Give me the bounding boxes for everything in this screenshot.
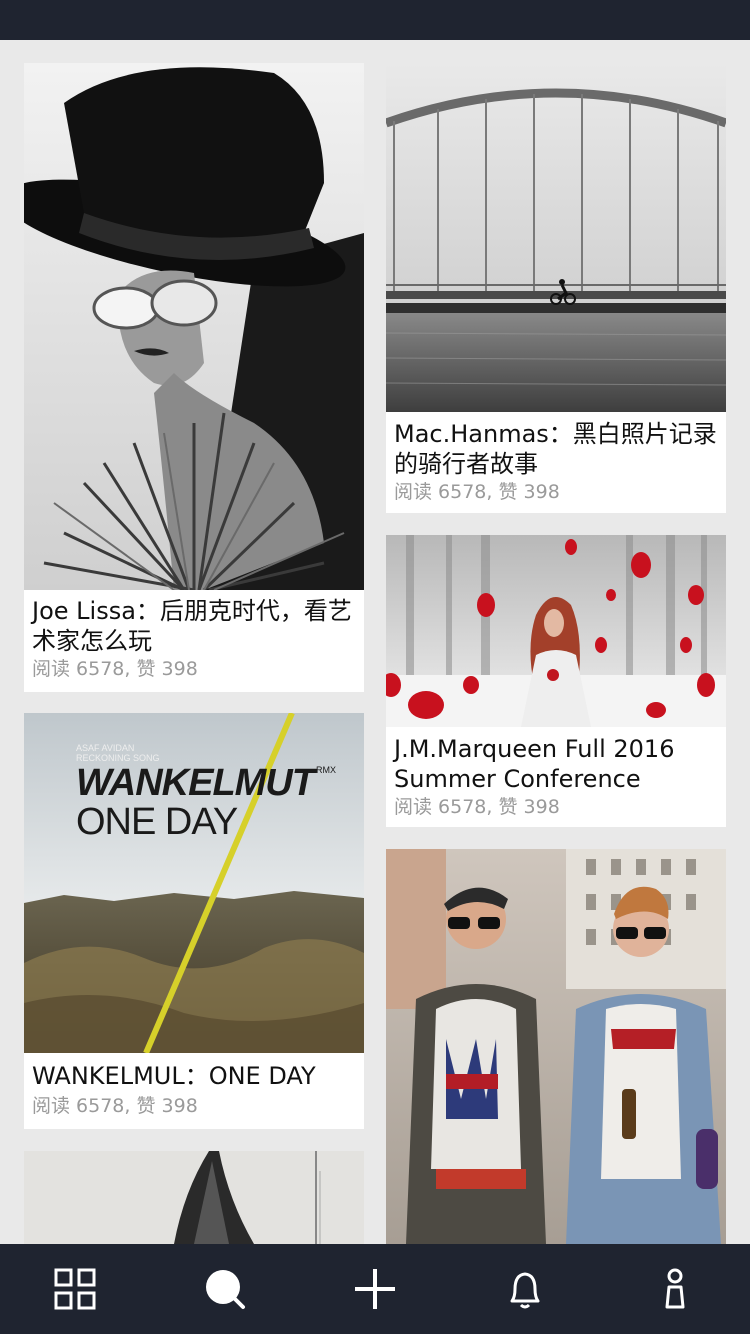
two-men-street-photo bbox=[386, 849, 726, 1244]
red-haired-woman-with-rose-photo bbox=[386, 535, 726, 727]
feed-card[interactable]: Joe Lissa：后朋克时代，看艺术家怎么玩 阅读 6578, 赞 398 bbox=[24, 63, 364, 692]
plus-icon bbox=[355, 1269, 395, 1309]
tab-create[interactable] bbox=[300, 1244, 450, 1334]
card-meta: 阅读 6578, 赞 398 bbox=[32, 658, 198, 680]
bell-icon bbox=[510, 1272, 540, 1309]
card-meta: 阅读 6578, 赞 398 bbox=[394, 796, 560, 818]
album-title: WANKELMUT bbox=[76, 762, 315, 804]
card-meta: 阅读 6578, 赞 398 bbox=[394, 481, 560, 503]
feed[interactable]: Joe Lissa：后朋克时代，看艺术家怎么玩 阅读 6578, 赞 398 M… bbox=[0, 40, 750, 1244]
tab-home[interactable] bbox=[0, 1244, 150, 1334]
cyclist-on-bridge-photo bbox=[386, 63, 726, 412]
tab-bar bbox=[0, 1244, 750, 1334]
feed-card[interactable]: Mac.Hanmas：黑白照片记录的骑行者故事 阅读 6578, 赞 398 bbox=[386, 63, 726, 513]
feed-card[interactable]: ASAF AVIDAN RECKONING SONG WANKELMUT RMX… bbox=[24, 713, 364, 1129]
search-icon bbox=[206, 1270, 245, 1309]
card-meta: 阅读 6578, 赞 398 bbox=[32, 1095, 198, 1117]
tab-notifications[interactable] bbox=[450, 1244, 600, 1334]
feed-card[interactable] bbox=[24, 1151, 364, 1244]
feed-card[interactable]: J.M.Marqueen Full 2016 Summer Conference… bbox=[386, 535, 726, 827]
album-cover-photo: ASAF AVIDAN RECKONING SONG WANKELMUT RMX… bbox=[24, 713, 364, 1053]
grid-icon bbox=[54, 1268, 96, 1310]
card-title[interactable]: Mac.Hanmas：黑白照片记录的骑行者故事 bbox=[386, 419, 726, 479]
feed-card[interactable] bbox=[386, 849, 726, 1244]
woman-in-black-hat-photo bbox=[24, 63, 364, 590]
tab-profile[interactable] bbox=[600, 1244, 750, 1334]
gray-abstract-photo bbox=[24, 1151, 364, 1244]
card-title[interactable]: WANKELMUL：ONE DAY bbox=[24, 1061, 364, 1091]
tab-search[interactable] bbox=[150, 1244, 300, 1334]
album-suffix: RMX bbox=[315, 765, 336, 775]
status-bar bbox=[0, 0, 750, 40]
card-title[interactable]: J.M.Marqueen Full 2016 Summer Conference bbox=[386, 734, 726, 794]
profile-icon bbox=[665, 1268, 685, 1309]
album-subtitle: ONE DAY bbox=[76, 801, 238, 843]
album-artist: ASAF AVIDAN bbox=[76, 743, 135, 753]
card-title[interactable]: Joe Lissa：后朋克时代，看艺术家怎么玩 bbox=[24, 596, 364, 656]
